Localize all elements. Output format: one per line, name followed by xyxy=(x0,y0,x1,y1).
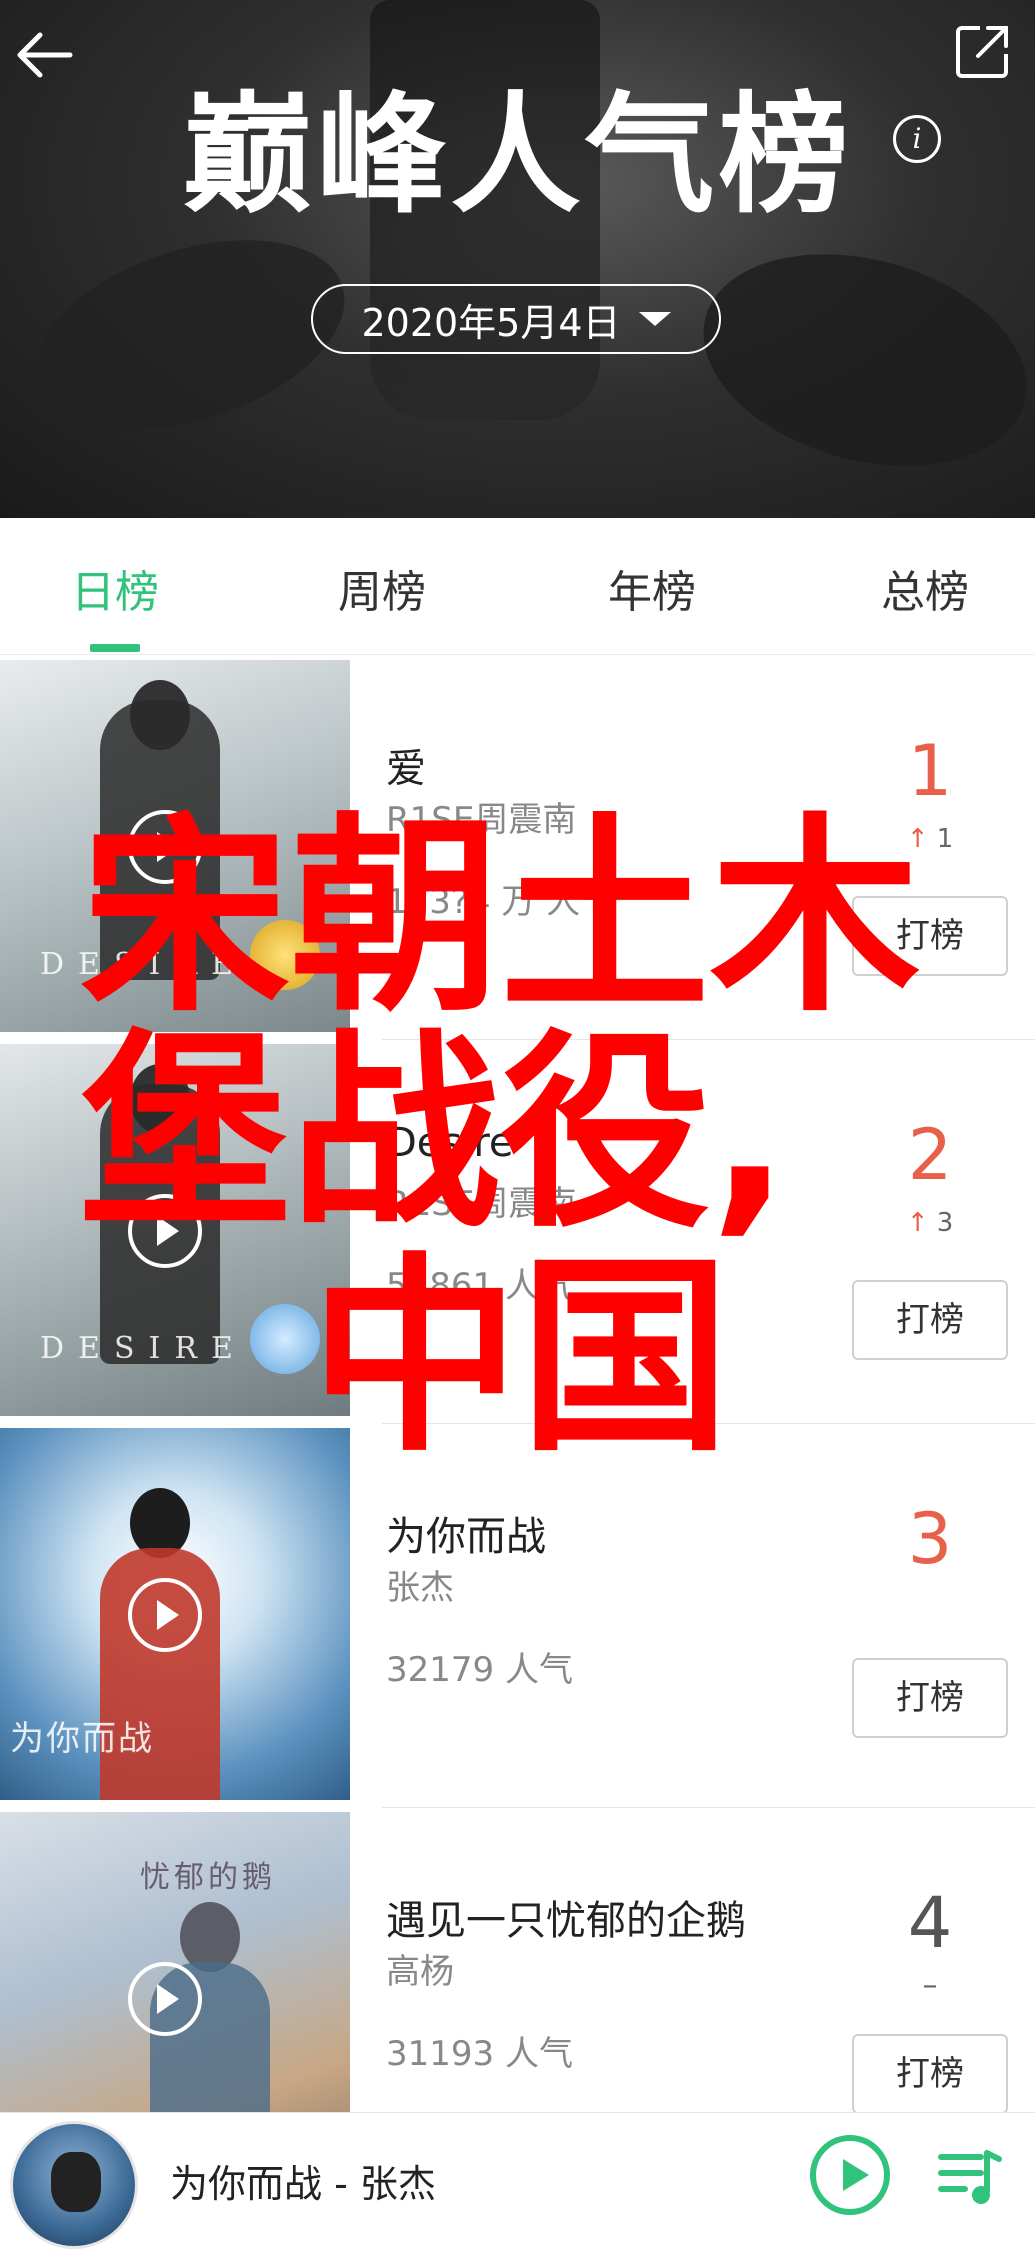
date-selector[interactable]: 2020年5月4日 xyxy=(311,284,721,354)
vote-button[interactable]: 打榜 xyxy=(852,896,1008,976)
chart-header: 巅峰人气榜 i 2020年5月4日 xyxy=(0,0,1035,518)
play-icon[interactable] xyxy=(128,810,202,884)
song-popularity[interactable]: 55861 人气 xyxy=(386,1258,573,1307)
tab-total[interactable]: 总榜 xyxy=(845,556,1005,620)
cover-caption: DESIRE xyxy=(40,947,247,982)
song-title[interactable]: Desire xyxy=(386,1120,514,1166)
now-playing-cover[interactable] xyxy=(10,2121,138,2249)
list-item[interactable]: DESIRE Desire R1SE周震南 55861 人气 2 ↑ 3 打榜 xyxy=(0,1040,1035,1424)
song-artist[interactable]: R1SE周震南 xyxy=(386,792,576,841)
mini-player[interactable]: 为你而战 - 张杰 xyxy=(0,2112,1035,2249)
song-artist[interactable]: R1SE周震南 xyxy=(386,1176,576,1225)
now-playing-title[interactable]: 为你而战 - 张杰 xyxy=(170,2153,436,2208)
playlist-icon[interactable] xyxy=(935,2143,1005,2213)
rank-trend: ↑ 3 xyxy=(890,1208,970,1238)
chart-period-tabs: 日榜 周榜 年榜 总榜 xyxy=(0,518,1035,655)
list-item[interactable]: DESIRE 爱 R1SE周震南 123?4 万 人气 1 ↑ 1 打榜 xyxy=(0,656,1035,1040)
tab-daily[interactable]: 日榜 xyxy=(35,556,195,620)
tab-weekly[interactable]: 周榜 xyxy=(302,556,462,620)
vote-button[interactable]: 打榜 xyxy=(852,1658,1008,1738)
rank-number: 2 xyxy=(907,1114,953,1196)
rank-trend: ↑ 1 xyxy=(890,824,970,854)
song-popularity[interactable]: 32179 人气 xyxy=(386,1642,573,1691)
blue-badge-icon xyxy=(250,1304,320,1374)
trend-value: – xyxy=(922,1968,938,2003)
rank-number: 4 xyxy=(907,1882,953,1964)
vote-button[interactable]: 打榜 xyxy=(852,2034,1008,2114)
rank-trend: – xyxy=(890,1968,970,2003)
album-cover[interactable]: DESIRE xyxy=(0,1044,350,1416)
song-title[interactable]: 爱 xyxy=(386,736,426,794)
trend-value: 3 xyxy=(936,1208,954,1238)
cover-caption: DESIRE xyxy=(40,1331,247,1366)
song-artist[interactable]: 高杨 xyxy=(386,1944,454,1993)
rank-number: 3 xyxy=(907,1498,953,1580)
play-icon[interactable] xyxy=(128,1962,202,2036)
list-item[interactable]: 为你而战 为你而战 张杰 32179 人气 3 打榜 xyxy=(0,1424,1035,1808)
play-icon[interactable] xyxy=(128,1194,202,1268)
header-background-foliage-right xyxy=(679,220,1035,500)
date-label: 2020年5月4日 xyxy=(361,300,621,345)
arrow-up-icon: ↑ xyxy=(906,824,929,854)
trend-value: 1 xyxy=(936,824,954,854)
gold-badge-icon xyxy=(250,920,320,990)
rank-number: 1 xyxy=(907,730,953,812)
page-title: 巅峰人气榜 xyxy=(182,79,853,231)
song-title[interactable]: 为你而战 xyxy=(386,1504,546,1562)
song-title[interactable]: 遇见一只忧郁的企鹅 xyxy=(386,1888,746,1946)
vote-button[interactable]: 打榜 xyxy=(852,1280,1008,1360)
album-cover[interactable]: 为你而战 xyxy=(0,1428,350,1800)
active-tab-indicator xyxy=(90,644,140,652)
info-icon[interactable]: i xyxy=(893,115,941,163)
song-artist[interactable]: 张杰 xyxy=(386,1560,454,1609)
share-icon[interactable] xyxy=(952,22,1012,82)
arrow-up-icon: ↑ xyxy=(906,1208,929,1238)
caret-down-icon xyxy=(638,312,671,326)
cover-caption: 为你而战 xyxy=(10,1719,154,1759)
play-icon[interactable] xyxy=(128,1578,202,1652)
play-icon[interactable] xyxy=(810,2135,890,2215)
song-popularity[interactable]: 31193 人气 xyxy=(386,2026,573,2075)
tab-yearly[interactable]: 年榜 xyxy=(572,556,732,620)
album-cover[interactable]: DESIRE xyxy=(0,660,350,1032)
song-popularity[interactable]: 123?4 万 人气 xyxy=(386,874,614,923)
cover-face xyxy=(51,2152,101,2212)
